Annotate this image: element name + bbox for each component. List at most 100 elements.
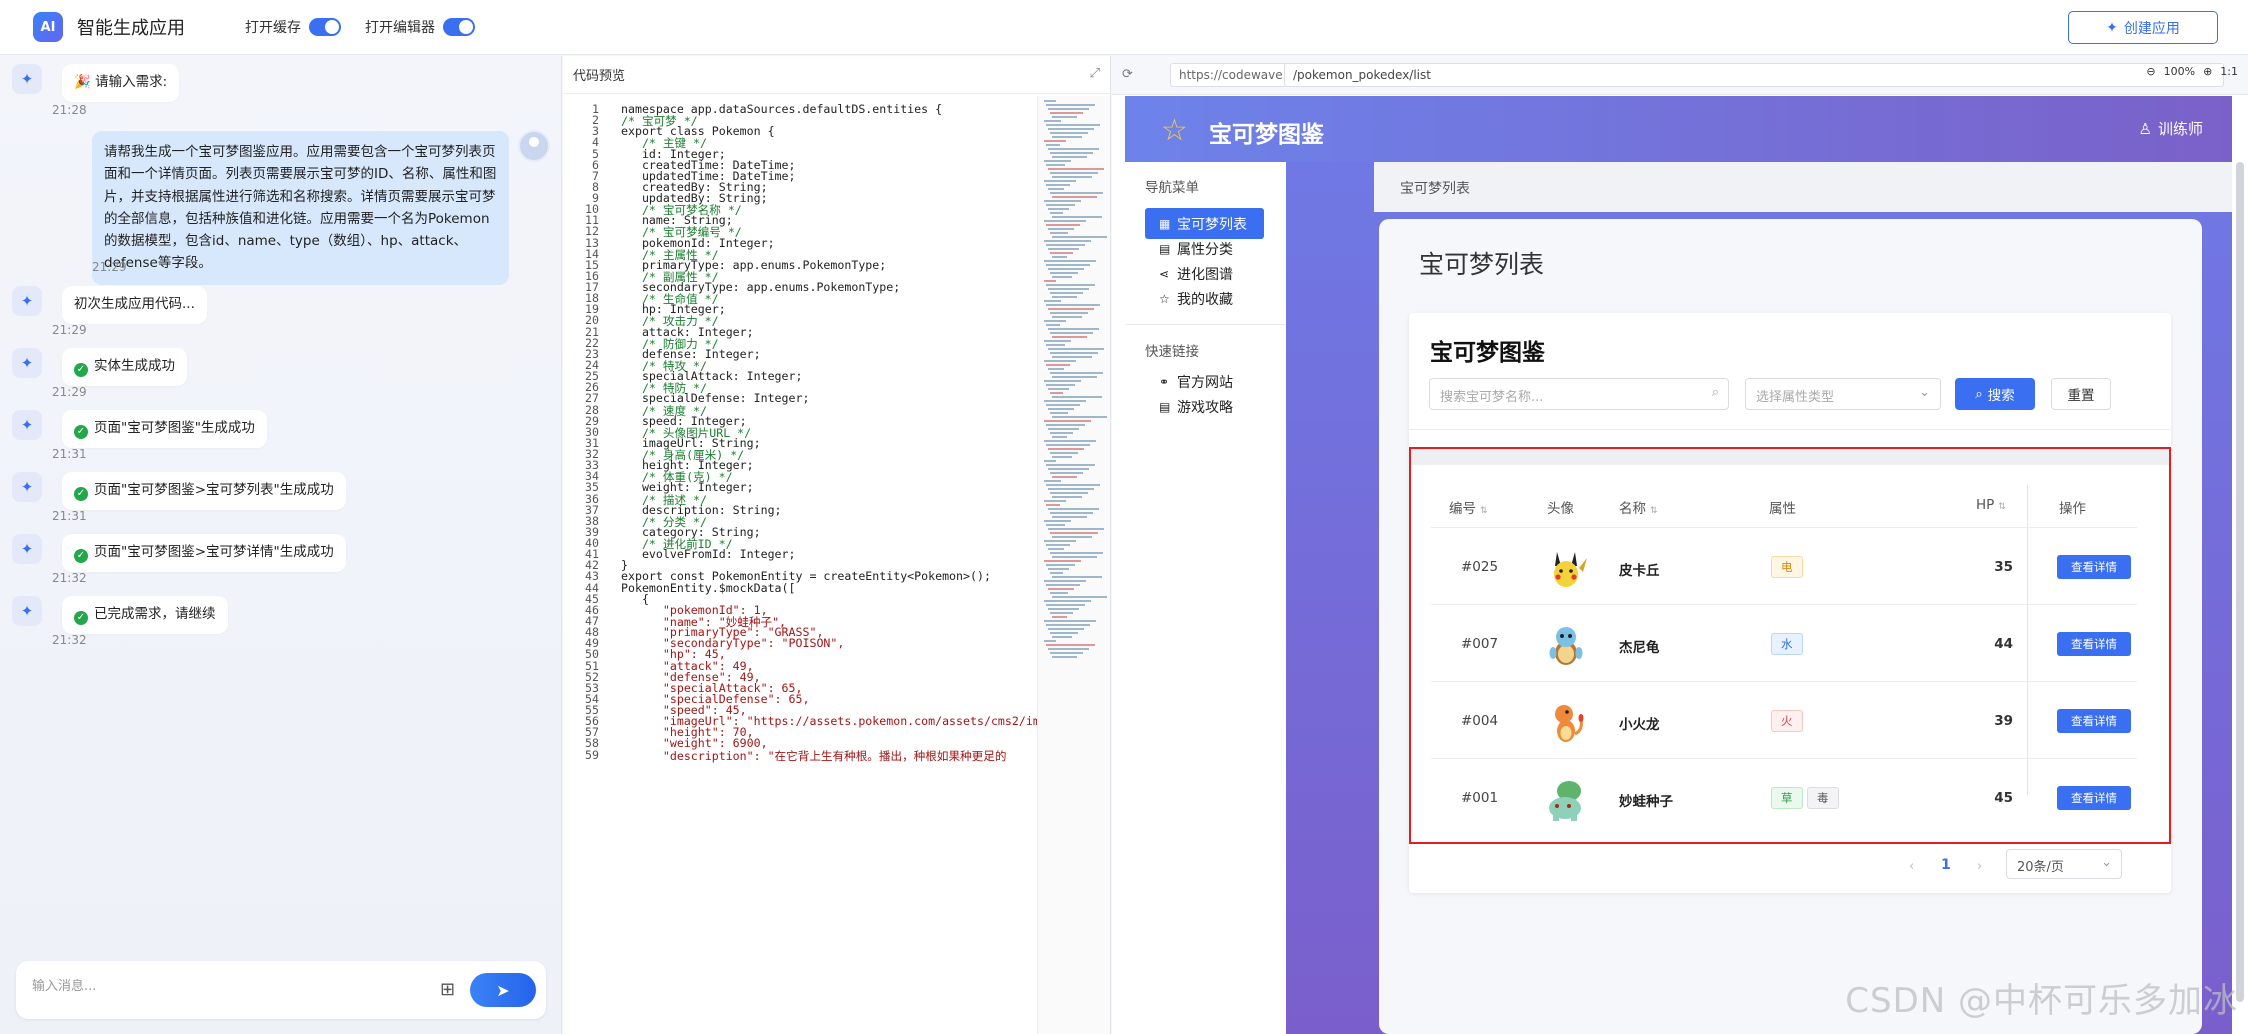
url-path-input[interactable]: /pokemon_pokedex/list (1284, 63, 2224, 87)
minimap-line (1048, 368, 1064, 370)
minimap-line (1050, 412, 1068, 414)
minimap-line (1052, 176, 1092, 178)
minimap-line (1044, 320, 1066, 322)
editor-toggle-label: 打开编辑器 (365, 20, 435, 36)
chat-message-bot: ✦ ✓ 页面"宝可梦图鉴>宝可梦详情"生成成功 (12, 534, 346, 572)
minimap-line (1046, 284, 1095, 286)
quick-link-game-guide[interactable]: ▤ 游戏攻略 (1145, 391, 1264, 422)
search-input[interactable]: 搜索宝可梦名称... ⌕ (1429, 378, 1729, 410)
code-editor[interactable]: 1 namespace app.dataSources.defaultDS.ent… (563, 96, 1038, 1034)
message-text: 页面"宝可梦图鉴"生成成功 (94, 420, 255, 436)
breadcrumb[interactable]: 宝可梦列表 (1400, 178, 1470, 198)
minimap-line (1046, 504, 1060, 506)
minimap-line (1050, 532, 1098, 534)
minimap-line (1048, 528, 1104, 530)
minimap-line (1052, 156, 1087, 158)
browser-url-bar: ⟳ https://codewave.ai /pokemon_pokedex/l… (1112, 56, 2248, 95)
minimap-line (1048, 508, 1099, 510)
minimap-line (1050, 272, 1078, 274)
minimap-line (1048, 248, 1079, 250)
view-detail-button[interactable]: 查看详情 (2057, 709, 2131, 733)
minimap-line (1048, 108, 1089, 110)
minimap-line (1052, 136, 1082, 138)
page-size-select[interactable]: 20条/页 ⌄ (2006, 849, 2122, 879)
preview-scrollbar[interactable] (2236, 162, 2244, 1002)
chat-message-bot: ✦ ✓ 已完成需求，请继续 (12, 596, 228, 634)
prev-page-icon[interactable]: ‹ (1909, 859, 1914, 874)
sort-icon: ⇅ (1650, 506, 1658, 516)
minimap-line (1044, 440, 1096, 442)
editor-toggle-switch[interactable] (443, 18, 475, 36)
cell-name: 小火龙 (1619, 717, 1660, 733)
minimap-line (1050, 132, 1088, 134)
column-label: 头像 (1547, 501, 1574, 517)
view-detail-button[interactable]: 查看详情 (2057, 555, 2131, 579)
send-button[interactable]: ➤ (470, 973, 536, 1007)
minimap-line (1048, 228, 1074, 230)
view-detail-button[interactable]: 查看详情 (2057, 786, 2131, 810)
minimap-line (1044, 500, 1066, 502)
type-tag-electric: 电 (1771, 556, 1803, 578)
type-tag-water: 水 (1771, 633, 1803, 655)
message-time: 21:31 (52, 509, 87, 523)
column-header-id[interactable]: 编号 ⇅ (1449, 497, 1488, 517)
minimap-line (1044, 460, 1056, 462)
refresh-icon[interactable]: ⟳ (1122, 67, 1133, 82)
code-line: evolveFromId: Integer; (621, 547, 796, 562)
cache-toggle-label: 打开缓存 (245, 20, 301, 36)
zoom-controls: ⊖ 100% ⊕ 1:1 (2146, 65, 2238, 78)
type-tag-grass: 草 (1771, 787, 1803, 809)
minimap-line (1046, 464, 1095, 466)
minimap-line (1050, 332, 1093, 334)
success-icon: ✓ (74, 425, 88, 439)
minimap-line (1046, 384, 1075, 386)
chat-message-input[interactable] (32, 979, 392, 994)
column-label: HP (1976, 497, 1995, 513)
minimap-line (1050, 212, 1063, 214)
column-header-name[interactable]: 名称 ⇅ (1619, 497, 1658, 517)
minimap-line (1048, 448, 1084, 450)
message-text: 请输入需求: (95, 74, 168, 90)
cell-id: #001 (1461, 790, 1499, 806)
image-upload-icon[interactable]: ⊞ (440, 979, 455, 1000)
message-time: 21:29 (52, 385, 87, 399)
minimap-line (1052, 236, 1107, 238)
minimap-line (1048, 168, 1104, 170)
minimap-line (1046, 264, 1090, 266)
minimap-line (1044, 100, 1056, 102)
create-app-button[interactable]: ✦ 创建应用 (2068, 11, 2218, 44)
user-menu[interactable]: ♙ 训练师 (2139, 118, 2203, 139)
minimap-line (1048, 548, 1064, 550)
minimap-line (1048, 188, 1064, 190)
expand-icon[interactable]: ⤢ (1090, 66, 1100, 81)
reset-button[interactable]: 重置 (2051, 378, 2111, 410)
zoom-out-icon[interactable]: ⊖ (2146, 65, 2155, 78)
minimap-line (1050, 252, 1073, 254)
minimap-line (1052, 436, 1067, 438)
cache-toggle-switch[interactable] (309, 18, 341, 36)
type-select[interactable]: 选择属性类型 ⌄ (1745, 378, 1941, 410)
ratio-toggle[interactable]: 1:1 (2220, 65, 2238, 78)
minimap-line (1052, 276, 1072, 278)
minimap-line (1046, 204, 1075, 206)
column-header-hp[interactable]: HP ⇅ (1976, 497, 2006, 513)
nav-item-favorites[interactable]: ☆ 我的收藏 (1145, 283, 1264, 314)
message-bubble: ✓ 已完成需求，请继续 (62, 596, 228, 634)
minimap-line (1050, 512, 1093, 514)
row-divider (1431, 527, 2137, 528)
page-card: 宝可梦列表 宝可梦图鉴 搜索宝可梦名称... ⌕ 选择属性类型 ⌄ ⌕ 搜索 重置… (1379, 219, 2202, 1034)
minimap-line (1050, 232, 1068, 234)
next-page-icon[interactable]: › (1977, 859, 1982, 874)
minimap-line (1050, 312, 1088, 314)
message-bubble: ✓ 页面"宝可梦图鉴>宝可梦详情"生成成功 (62, 534, 346, 572)
row-divider (1431, 681, 2137, 682)
code-minimap[interactable] (1037, 96, 1110, 1034)
minimap-line (1044, 560, 1081, 562)
success-icon: ✓ (74, 487, 88, 501)
zoom-in-icon[interactable]: ⊕ (2203, 65, 2212, 78)
minimap-line (1052, 536, 1092, 538)
view-detail-button[interactable]: 查看详情 (2057, 632, 2131, 656)
current-page[interactable]: 1 (1941, 857, 1951, 873)
minimap-line (1046, 344, 1065, 346)
search-button[interactable]: ⌕ 搜索 (1955, 378, 2035, 410)
